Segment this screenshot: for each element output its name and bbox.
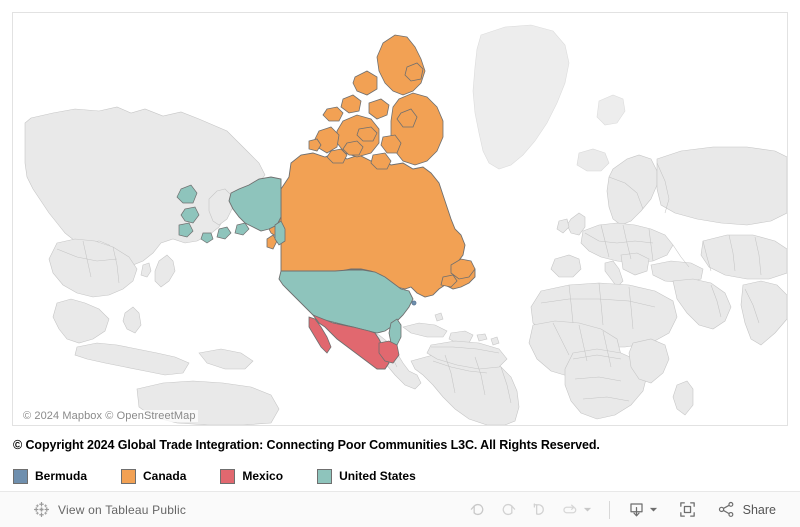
download-icon [630,503,643,517]
share-icon [718,501,734,517]
map-viz-frame[interactable]: © 2024 Mapbox © OpenStreetMap [12,12,788,426]
view-on-tableau-public-label: View on Tableau Public [58,502,187,517]
toolbar-actions: Share [462,495,782,525]
chevron-down-icon [649,507,657,512]
redo-icon [502,503,515,516]
legend-swatch-mexico [220,468,236,484]
copyright-caption: © Copyright 2024 Global Trade Integratio… [13,438,600,452]
legend-item-mexico[interactable]: Mexico [220,468,284,484]
country-bermuda[interactable] [411,300,417,306]
legend-swatch-united-states [317,468,333,484]
view-on-tableau-public-link[interactable]: View on Tableau Public [33,501,186,518]
toolbar-divider [608,500,610,519]
refresh-button[interactable] [555,495,598,525]
share-label: Share [742,502,776,517]
us-florida [388,318,402,346]
country-legend: Bermuda Canada Mexico United States [13,466,450,486]
map-attribution: © 2024 Mapbox © OpenStreetMap [21,410,198,422]
undo-icon [470,503,483,516]
legend-label-canada: Canada [143,469,187,483]
download-button[interactable] [621,495,664,525]
revert-icon [533,503,544,515]
legend-item-bermuda[interactable]: Bermuda [13,468,88,484]
share-button[interactable]: Share [711,495,782,525]
fullscreen-button[interactable] [672,495,703,525]
world-map-svg [13,13,787,425]
bermuda-marker[interactable] [411,300,417,306]
revert-button[interactable] [524,495,555,525]
land-russia-west [656,146,787,226]
legend-swatch-bermuda [13,468,28,484]
tableau-viz-page: © 2024 Mapbox © OpenStreetMap © Copyrigh… [0,0,800,527]
legend-item-canada[interactable]: Canada [121,468,187,484]
legend-swatch-canada [121,468,137,484]
legend-label-bermuda: Bermuda [35,469,88,483]
legend-label-mexico: Mexico [242,469,284,483]
refresh-icon [563,504,576,514]
chevron-down-icon [583,507,591,512]
redo-button[interactable] [493,495,524,525]
legend-item-united-states[interactable]: United States [317,468,416,484]
map-canvas[interactable] [13,13,787,425]
fullscreen-icon [679,502,695,517]
tableau-bottom-toolbar: View on Tableau Public Share [0,491,800,527]
tableau-logo-icon [34,502,49,517]
legend-label-united-states: United States [339,469,416,483]
undo-button[interactable] [462,495,493,525]
